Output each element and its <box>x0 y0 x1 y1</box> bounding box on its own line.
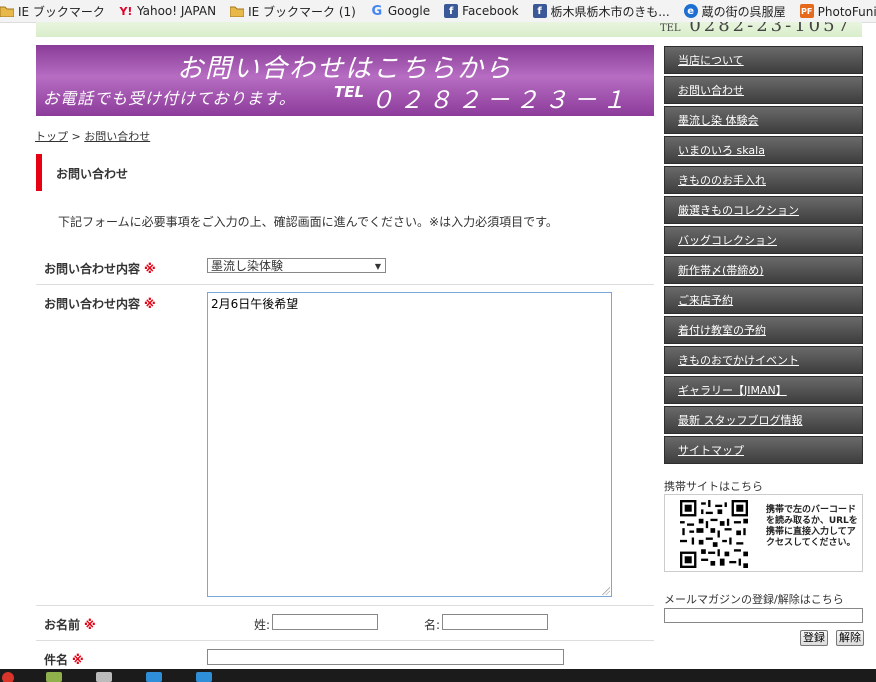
bookmark-label: IE ブックマーク <box>18 4 105 19</box>
row-divider <box>36 605 654 606</box>
bookmark-item[interactable]: IE ブックマーク (1) <box>230 3 356 20</box>
mobile-site-title: 携帯サイトはこちら <box>664 480 763 493</box>
mobile-site-box: 携帯で左のバーコードを読み取るか、URLを携帯に直接入力してアクセスしてください… <box>664 494 863 572</box>
taskbar-app-icon[interactable] <box>146 672 162 682</box>
banner-phone: ０２８２－２３－１０５７ <box>370 86 631 149</box>
last-name-input[interactable] <box>272 614 378 630</box>
inquiry-type-label: お問い合わせ内容 ※ <box>44 262 156 276</box>
bookmark-label: 蔵の街の呉服屋 <box>701 4 786 19</box>
bookmarks-bar: IE ブックマーク Y! Yahoo! JAPAN IE ブックマーク (1) … <box>0 0 876 23</box>
subject-input[interactable] <box>207 649 564 665</box>
bookmark-item[interactable]: PF PhotoFunia :: 似顔絵 <box>799 3 876 20</box>
taskbar-app-icon[interactable] <box>46 672 62 682</box>
inquiry-body-value: 2月6日午後希望 <box>211 297 299 311</box>
breadcrumb-home-link[interactable]: トップ <box>35 130 68 143</box>
facebook-icon: f <box>444 4 459 18</box>
inquiry-body-textarea[interactable]: 2月6日午後希望 <box>207 292 612 597</box>
sidebar-item-sitemap[interactable]: サイトマップ <box>664 436 863 464</box>
inquiry-body-label: お問い合わせ内容 ※ <box>44 297 156 311</box>
newsletter-title: メールマガジンの登録/解除はこちら <box>664 593 844 606</box>
sidebar-item-kitsuke[interactable]: 着付け教室の予約 <box>664 316 863 344</box>
bookmark-label: 栃木県栃木市のきも... <box>550 4 670 19</box>
dropdown-arrow-icon: ▼ <box>374 262 381 271</box>
bookmark-label: PhotoFunia :: 似顔絵 <box>817 4 876 19</box>
resize-grip-icon[interactable] <box>602 587 610 595</box>
header-strip: TEL 0282-23-1057 <box>36 22 862 37</box>
inquiry-type-value: 墨流し染体験 <box>211 259 284 273</box>
required-mark: ※ <box>84 618 96 632</box>
sidebar-item-skala[interactable]: いまのいろ skala <box>664 136 863 164</box>
sidebar-item-care[interactable]: きもののお手入れ <box>664 166 863 194</box>
banner-subtitle: お電話でも受け付けております。 <box>43 89 296 108</box>
contact-banner: お問い合わせはこちらから お電話でも受け付けております。 TEL ０２８２－２３… <box>36 45 654 149</box>
required-mark: ※ <box>144 297 156 311</box>
google-icon: G <box>371 3 383 19</box>
bookmark-item[interactable]: G Google <box>370 3 431 19</box>
sidebar-item-gallery[interactable]: ギャラリー【JIMAN】 <box>664 376 863 404</box>
bookmark-item[interactable]: e 蔵の街の呉服屋 <box>683 3 786 20</box>
sidebar-nav: 当店について お問い合わせ 墨流し染 体験会 いまのいろ skala きもののお… <box>664 46 863 466</box>
taskbar-app-icon[interactable] <box>196 672 212 682</box>
sidebar-item-obijime[interactable]: 新作帯〆(帯締め) <box>664 256 863 284</box>
newsletter-register-button[interactable]: 登録 <box>800 630 828 646</box>
breadcrumb: トップ > お問い合わせ <box>35 128 150 144</box>
sidebar-item-contact[interactable]: お問い合わせ <box>664 76 863 104</box>
row-divider <box>36 284 654 285</box>
taskbar-app-icon[interactable] <box>96 672 112 682</box>
newsletter-email-input[interactable] <box>664 608 863 623</box>
folder-icon <box>0 4 14 18</box>
photofunia-icon: PF <box>799 4 814 18</box>
qr-code-icon <box>680 500 748 568</box>
bookmark-item[interactable]: Y! Yahoo! JAPAN <box>119 4 216 18</box>
sidebar-item-about[interactable]: 当店について <box>664 46 863 74</box>
bookmark-label: Facebook <box>462 4 519 18</box>
start-icon[interactable] <box>2 672 14 682</box>
bookmark-item[interactable]: f 栃木県栃木市のきも... <box>532 3 670 20</box>
name-label: お名前 ※ <box>44 618 96 632</box>
breadcrumb-current-link[interactable]: お問い合わせ <box>84 130 150 143</box>
header-phone: TEL 0282-23-1057 <box>659 22 852 36</box>
sidebar-item-blog[interactable]: 最新 スタッフブログ情報 <box>664 406 863 434</box>
inquiry-type-select[interactable]: 墨流し染体験 ▼ <box>207 258 386 273</box>
yahoo-icon: Y! <box>119 4 133 18</box>
bookmark-item[interactable]: IE ブックマーク <box>0 3 105 20</box>
bookmark-label: Google <box>387 4 431 18</box>
sidebar-item-suminagashi[interactable]: 墨流し染 体験会 <box>664 106 863 134</box>
sidebar-item-collection[interactable]: 厳選きものコレクション <box>664 196 863 224</box>
intro-text: 下記フォームに必要事項をご入力の上、確認画面に進んでください。※は入力必須項目で… <box>58 215 558 229</box>
taskbar <box>0 669 876 682</box>
bookmark-label: IE ブックマーク (1) <box>248 4 356 19</box>
required-mark: ※ <box>144 262 156 276</box>
bookmark-item[interactable]: f Facebook <box>444 4 519 18</box>
breadcrumb-separator: > <box>68 130 85 143</box>
newsletter-unregister-button[interactable]: 解除 <box>836 630 864 646</box>
first-name-label: 名: <box>424 618 441 632</box>
heading-accent-bar <box>36 154 42 191</box>
required-mark: ※ <box>72 653 84 667</box>
sidebar-item-visit[interactable]: ご来店予約 <box>664 286 863 314</box>
facebook-icon: f <box>532 4 547 18</box>
folder-icon <box>230 4 245 18</box>
ie-icon: e <box>683 4 698 18</box>
first-name-input[interactable] <box>442 614 548 630</box>
subject-label: 件名 ※ <box>44 653 84 667</box>
row-divider <box>36 640 654 641</box>
last-name-label: 姓: <box>254 618 271 632</box>
bookmark-label: Yahoo! JAPAN <box>136 4 217 18</box>
mobile-site-text: 携帯で左のバーコードを読み取るか、URLを携帯に直接入力してアクセスしてください… <box>766 505 858 548</box>
sidebar-item-bags[interactable]: バッグコレクション <box>664 226 863 254</box>
sidebar-item-events[interactable]: きものおでかけイベント <box>664 346 863 374</box>
banner-tel-label: TEL <box>334 83 365 101</box>
page-title: お問い合わせ <box>56 167 129 181</box>
